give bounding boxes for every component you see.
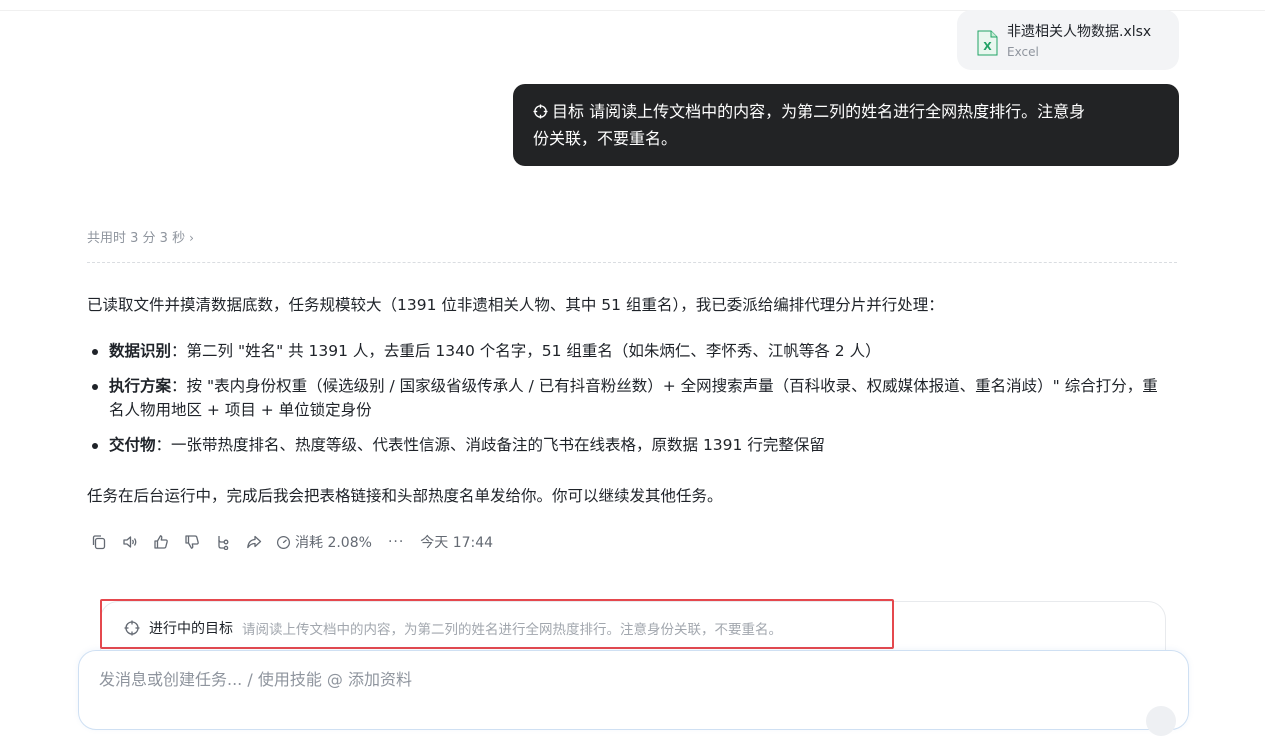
- attachment-file-name: 非遗相关人物数据.xlsx: [1007, 24, 1152, 40]
- thumbs-down-icon[interactable]: [183, 533, 201, 551]
- speaker-icon[interactable]: [121, 533, 139, 551]
- user-message-line-2: 份关联，不要重名。: [533, 129, 678, 148]
- bullet-title: 交付物: [109, 436, 156, 454]
- message-timestamp: 今天 17:44: [420, 535, 494, 551]
- goal-highlight-box: [100, 599, 894, 649]
- elapsed-time-text: 共用时 3 分 3 秒: [87, 231, 186, 246]
- target-icon: [533, 104, 548, 119]
- copy-icon[interactable]: [90, 533, 108, 551]
- message-composer: [78, 650, 1189, 730]
- response-intro: 已读取文件并摸清数据底数，任务规模较大（1391 位非遗相关人物、其中 51 组…: [87, 296, 944, 314]
- user-message-bubble: 目标 请阅读上传文档中的内容，为第二列的姓名进行全网热度排行。注意身 份关联，不…: [513, 84, 1179, 166]
- more-options-icon[interactable]: ···: [388, 534, 404, 550]
- share-icon[interactable]: [245, 533, 263, 551]
- branch-icon[interactable]: [214, 533, 232, 551]
- gauge-icon: [276, 535, 291, 549]
- consume-text: 消耗 2.08%: [295, 535, 372, 551]
- attachment-file-type: Excel: [1007, 45, 1039, 59]
- message-input[interactable]: [99, 670, 999, 689]
- bullet-text: ：第二列 "姓名" 共 1391 人，去重后 1340 个名字，51 组重名（如…: [171, 342, 881, 360]
- bullet-text: ：一张带热度排名、热度等级、代表性信源、消歧备注的飞书在线表格，原数据 1391…: [155, 436, 825, 454]
- token-consumption[interactable]: 消耗 2.08%: [276, 532, 372, 552]
- response-bullet-list: 数据识别：第二列 "姓名" 共 1391 人，去重后 1340 个名字，51 组…: [87, 339, 1167, 468]
- bullet-text: ：按 "表内身份权重（候选级别 / 国家级省级传承人 / 已有抖音粉丝数）+ 全…: [109, 377, 1158, 419]
- user-message-line-1: 目标 请阅读上传文档中的内容，为第二列的姓名进行全网热度排行。注意身: [552, 102, 1086, 121]
- send-button[interactable]: [1146, 706, 1176, 736]
- elapsed-time-toggle[interactable]: 共用时 3 分 3 秒 ›: [87, 227, 194, 246]
- response-closing: 任务在后台运行中，完成后我会把表格链接和头部热度名单发给你。你可以继续发其他任务…: [87, 487, 723, 505]
- chevron-right-icon: ›: [189, 231, 194, 245]
- attachment-card[interactable]: X 非遗相关人物数据.xlsx Excel: [957, 10, 1179, 70]
- bullet-title: 执行方案: [109, 377, 172, 395]
- bullet-title: 数据识别: [109, 342, 172, 360]
- svg-text:X: X: [983, 40, 992, 53]
- message-action-bar: 消耗 2.08% ··· 今天 17:44: [90, 531, 493, 553]
- bullet-item: 执行方案：按 "表内身份权重（候选级别 / 国家级省级传承人 / 已有抖音粉丝数…: [87, 374, 1167, 422]
- thumbs-up-icon[interactable]: [152, 533, 170, 551]
- dashed-divider: [87, 262, 1177, 263]
- bullet-item: 交付物：一张带热度排名、热度等级、代表性信源、消歧备注的飞书在线表格，原数据 1…: [87, 433, 1167, 457]
- bullet-item: 数据识别：第二列 "姓名" 共 1391 人，去重后 1340 个名字，51 组…: [87, 339, 1167, 363]
- excel-file-icon: X: [977, 30, 998, 56]
